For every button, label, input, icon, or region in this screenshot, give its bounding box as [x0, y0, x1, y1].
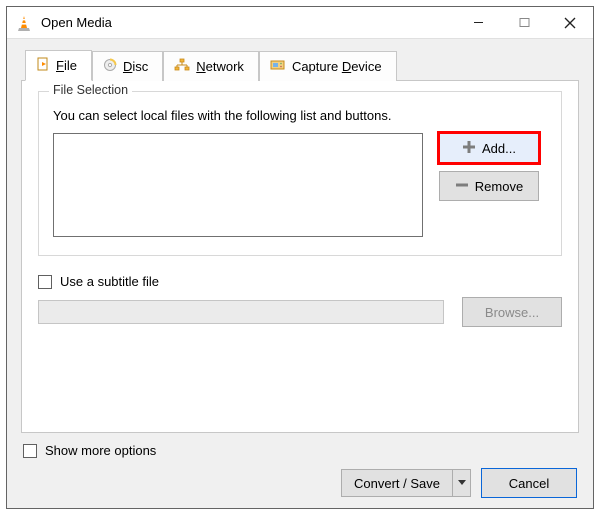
tab-disc[interactable]: Disc	[92, 51, 163, 81]
file-selection-group: File Selection You can select local file…	[38, 91, 562, 256]
show-more-checkbox[interactable]	[23, 444, 37, 458]
footer-area: Show more options Convert / Save Cancel	[21, 433, 579, 498]
minimize-button[interactable]	[455, 7, 501, 38]
file-icon	[36, 57, 50, 74]
window-controls	[455, 7, 593, 38]
tab-file-label: File	[56, 58, 77, 73]
tab-capture-label: Capture Device	[292, 59, 382, 74]
vlc-cone-icon	[15, 14, 33, 32]
tab-file[interactable]: File	[25, 50, 92, 81]
tab-network-label: Network	[196, 59, 244, 74]
add-button[interactable]: Add...	[439, 133, 539, 163]
file-selection-legend: File Selection	[49, 83, 132, 97]
add-button-label: Add...	[482, 141, 516, 156]
file-list[interactable]	[53, 133, 423, 237]
remove-button[interactable]: Remove	[439, 171, 539, 201]
cancel-label: Cancel	[509, 476, 549, 491]
plus-icon	[462, 140, 476, 157]
window-title: Open Media	[41, 15, 455, 30]
subtitle-path-input	[38, 300, 444, 324]
titlebar: Open Media	[7, 7, 593, 39]
remove-button-label: Remove	[475, 179, 523, 194]
open-media-dialog: Open Media File	[6, 6, 594, 509]
file-selection-instruction: You can select local files with the foll…	[53, 108, 547, 123]
browse-button-label: Browse...	[485, 305, 539, 320]
tab-network[interactable]: Network	[163, 51, 259, 81]
tab-capture-device[interactable]: Capture Device	[259, 51, 397, 81]
minus-icon	[455, 178, 469, 195]
maximize-button[interactable]	[501, 7, 547, 38]
convert-save-button[interactable]: Convert / Save	[341, 469, 471, 497]
tab-row: File Disc	[25, 49, 579, 80]
client-area: File Disc	[7, 39, 593, 508]
chevron-down-icon	[458, 480, 466, 486]
subtitle-checkbox-label: Use a subtitle file	[60, 274, 159, 289]
convert-save-dropdown[interactable]	[452, 470, 470, 496]
close-button[interactable]	[547, 7, 593, 38]
tab-disc-label: Disc	[123, 59, 148, 74]
capture-device-icon	[270, 58, 286, 75]
subtitle-checkbox[interactable]	[38, 275, 52, 289]
network-icon	[174, 58, 190, 75]
disc-icon	[103, 58, 117, 75]
tab-content-file: File Selection You can select local file…	[21, 80, 579, 433]
show-more-label: Show more options	[45, 443, 156, 458]
subtitle-area: Use a subtitle file Browse...	[38, 274, 562, 327]
cancel-button[interactable]: Cancel	[481, 468, 577, 498]
convert-save-label: Convert / Save	[354, 476, 440, 491]
browse-subtitle-button: Browse...	[462, 297, 562, 327]
